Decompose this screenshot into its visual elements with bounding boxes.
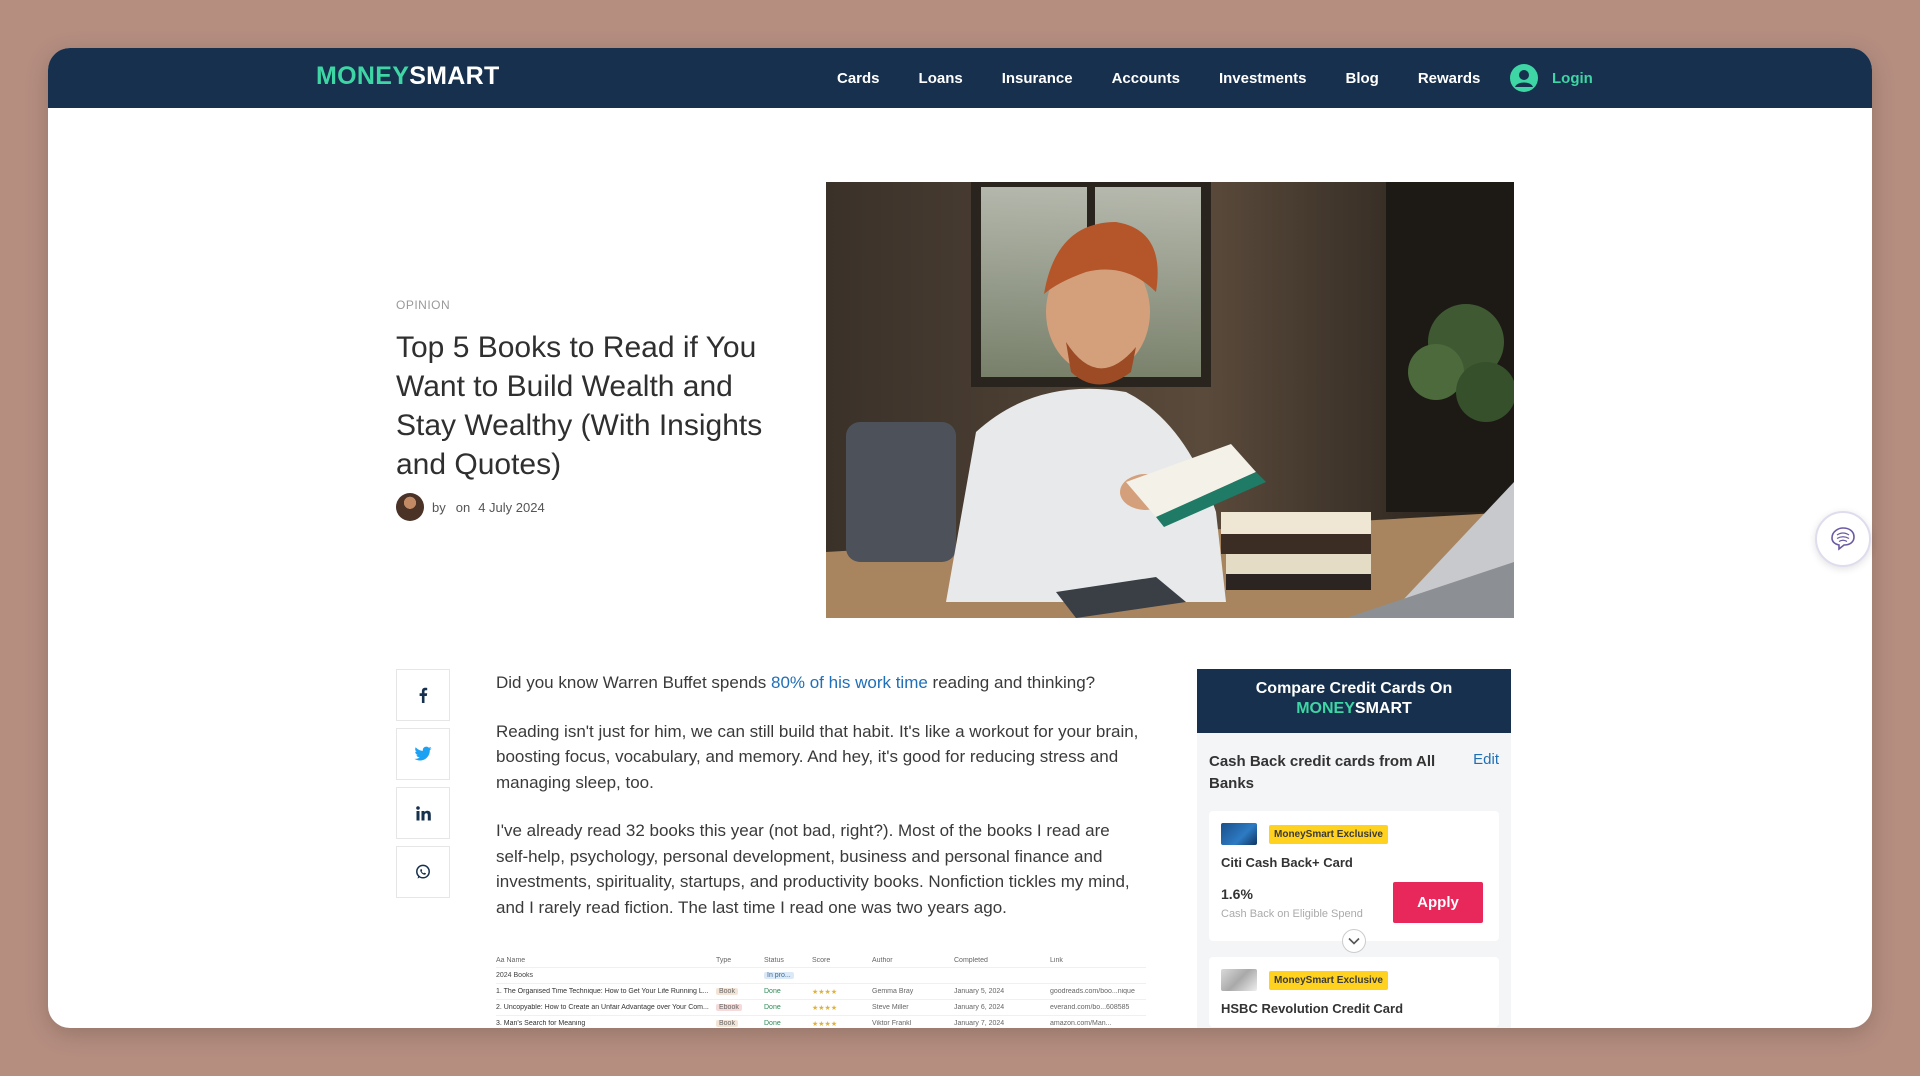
widget-heading: Compare Credit Cards On [1255,680,1453,697]
share-bar [396,669,450,905]
widget-filter: Cash Back credit cards from All Banks Ed… [1197,733,1511,811]
hero-image [826,182,1514,618]
top-navbar: MONEYSMART Cards Loans Insurance Account… [48,48,1872,108]
table-group-row: 2024 Books In pro... [496,968,1146,984]
table-row: 1. The Organised Time Technique: How to … [496,984,1146,1000]
nav-item-insurance[interactable]: Insurance [1002,70,1073,87]
nav-item-accounts[interactable]: Accounts [1112,70,1180,87]
byline-by-label: by [432,499,446,515]
byline-on-label: on [455,499,471,515]
user-account-icon [1510,64,1538,92]
exclusive-badge: MoneySmart Exclusive [1269,824,1388,844]
chat-assistant-button[interactable] [1815,511,1871,567]
moneysmart-logo[interactable]: MONEYSMART [316,62,500,91]
publish-date: 4 July 2024 [478,499,545,515]
article-category[interactable]: OPINION [396,298,450,312]
nav-item-investments[interactable]: Investments [1219,70,1307,87]
chevron-down-icon [1348,937,1360,945]
nav-item-loans[interactable]: Loans [919,70,963,87]
work-time-link[interactable]: 80% of his work time [771,673,928,692]
article-paragraph: Did you know Warren Buffet spends 80% of… [496,673,1096,692]
share-whatsapp-button[interactable] [396,846,450,898]
compare-cards-widget: Compare Credit Cards On MONEYSMART Cash … [1197,669,1511,1028]
article-paragraph: Reading isn't just for him, we can still… [496,721,1139,792]
linkedin-icon [415,805,431,820]
exclusive-badge: MoneySmart Exclusive [1269,970,1388,990]
share-linkedin-button[interactable] [396,787,450,839]
article-body: Did you know Warren Buffet spends 80% of… [496,670,1146,943]
browser-window: MONEYSMART Cards Loans Insurance Account… [48,48,1872,1028]
table-row: 2. Uncopyable: How to Create an Unfair A… [496,1000,1146,1016]
share-twitter-button[interactable] [396,728,450,780]
filter-label: Cash Back credit cards from All Banks [1209,753,1436,792]
login-button[interactable]: Login [1510,60,1593,96]
article-paragraph: I've already read 32 books this year (no… [496,821,1130,917]
chat-brain-icon [1831,527,1855,551]
whatsapp-icon [416,864,430,879]
widget-logo: MONEYSMART [1296,700,1412,717]
reading-list-table-image: Aa Name Type Status Score Author Complet… [496,954,1146,1028]
login-label: Login [1552,69,1593,87]
card-name[interactable]: HSBC Revolution Credit Card [1221,1001,1487,1016]
card-image [1221,969,1257,991]
card-name[interactable]: Citi Cash Back+ Card [1221,855,1487,870]
nav-item-blog[interactable]: Blog [1345,70,1378,87]
card-listing[interactable]: MoneySmart Exclusive HSBC Revolution Cre… [1209,957,1499,1027]
table-header-row: Aa Name Type Status Score Author Complet… [496,954,1146,968]
card-listing[interactable]: MoneySmart Exclusive Citi Cash Back+ Car… [1209,811,1499,953]
article-title: Top 5 Books to Read if You Want to Build… [396,331,763,481]
widget-header: Compare Credit Cards On MONEYSMART [1197,669,1511,733]
edit-filter-link[interactable]: Edit [1473,751,1499,768]
apply-button[interactable]: Apply [1393,882,1483,923]
facebook-icon [419,687,428,703]
nav-item-rewards[interactable]: Rewards [1418,70,1481,87]
article-byline: by on 4 July 2024 [396,493,545,521]
main-nav: Cards Loans Insurance Accounts Investmen… [837,48,1519,108]
expand-card-button[interactable] [1342,929,1366,953]
twitter-icon [414,746,432,761]
nav-item-cards[interactable]: Cards [837,70,880,87]
table-row: 3. Man's Search for Meaning Book Done ★★… [496,1016,1146,1028]
share-facebook-button[interactable] [396,669,450,721]
card-image [1221,823,1257,845]
author-avatar[interactable] [396,493,424,521]
